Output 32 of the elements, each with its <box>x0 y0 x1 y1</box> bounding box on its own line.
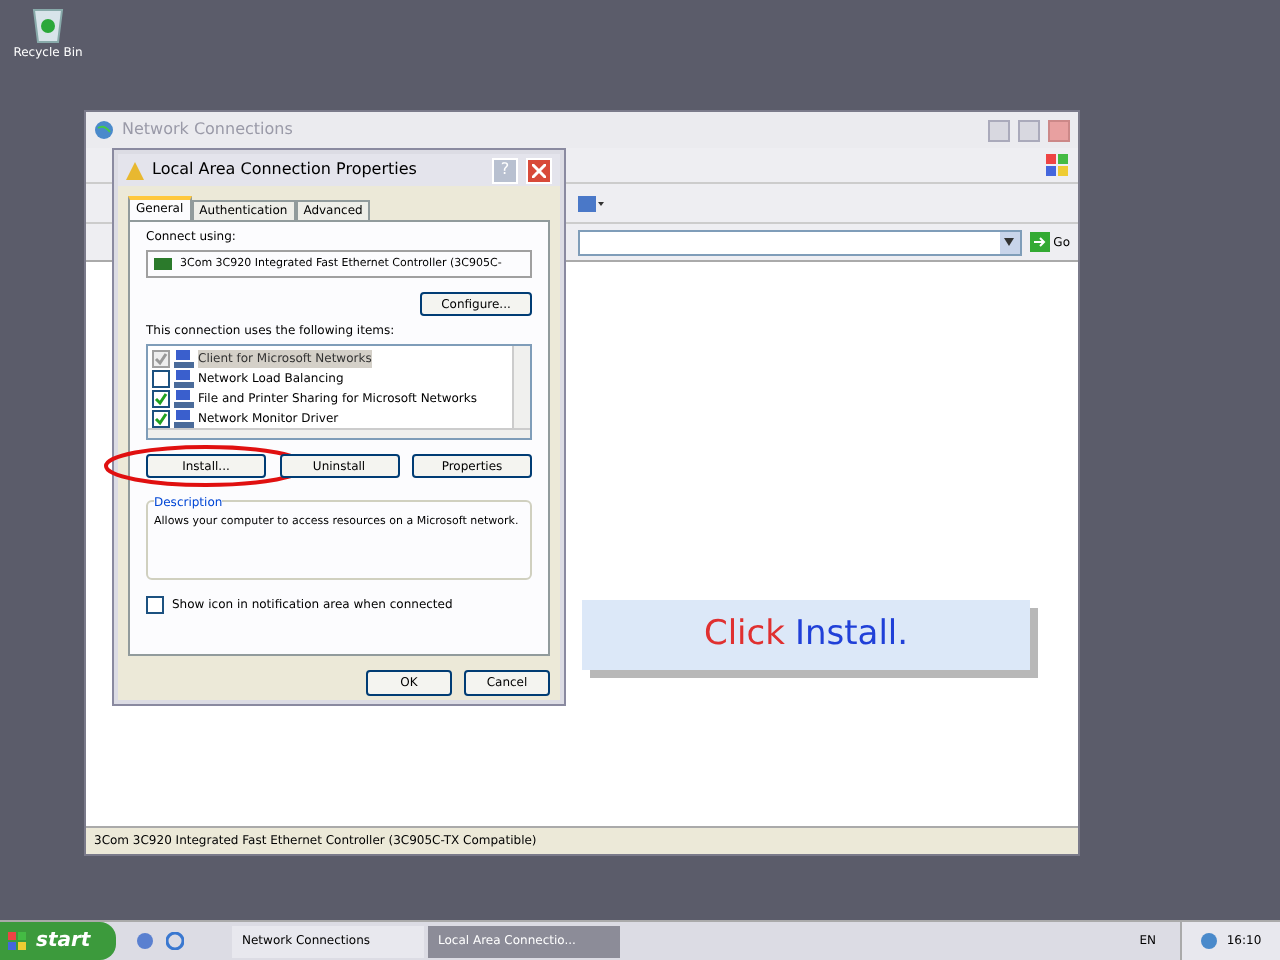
browser-icon[interactable] <box>166 932 184 950</box>
arrow-right-icon <box>1029 232 1050 252</box>
network-component-icon <box>174 349 194 367</box>
window-title: Network Connections <box>122 118 293 142</box>
checkbox[interactable] <box>146 596 164 614</box>
globe-icon <box>94 120 114 140</box>
maximize-button[interactable] <box>1018 119 1040 141</box>
address-field[interactable] <box>578 229 1022 255</box>
start-button[interactable]: start <box>0 922 116 960</box>
checkbox[interactable] <box>152 369 170 387</box>
caret-icon <box>1004 238 1015 246</box>
close-button[interactable] <box>1048 119 1070 141</box>
network-card-icon <box>154 258 172 270</box>
recycle-bin-icon[interactable] <box>30 4 66 44</box>
check-icon <box>154 351 168 365</box>
horizontal-scrollbar[interactable] <box>148 428 530 438</box>
network-component-icon <box>174 389 194 407</box>
checkbox[interactable] <box>152 389 170 407</box>
dropdown-button[interactable] <box>999 231 1020 253</box>
network-component-icon <box>174 369 194 387</box>
callout-text: Click <box>703 611 785 658</box>
close-icon <box>532 163 546 177</box>
network-icon[interactable] <box>1200 932 1219 950</box>
windows-logo-icon <box>8 931 28 951</box>
dialog-title: Local Area Connection Properties <box>152 158 417 182</box>
views-icon[interactable] <box>578 195 606 211</box>
network-component-icon <box>174 409 194 427</box>
minimize-button[interactable] <box>988 119 1010 141</box>
callout-action: Install. <box>794 611 909 658</box>
vertical-scrollbar[interactable] <box>512 346 530 428</box>
checkbox[interactable] <box>152 409 170 427</box>
windows-logo-icon <box>1046 154 1070 176</box>
